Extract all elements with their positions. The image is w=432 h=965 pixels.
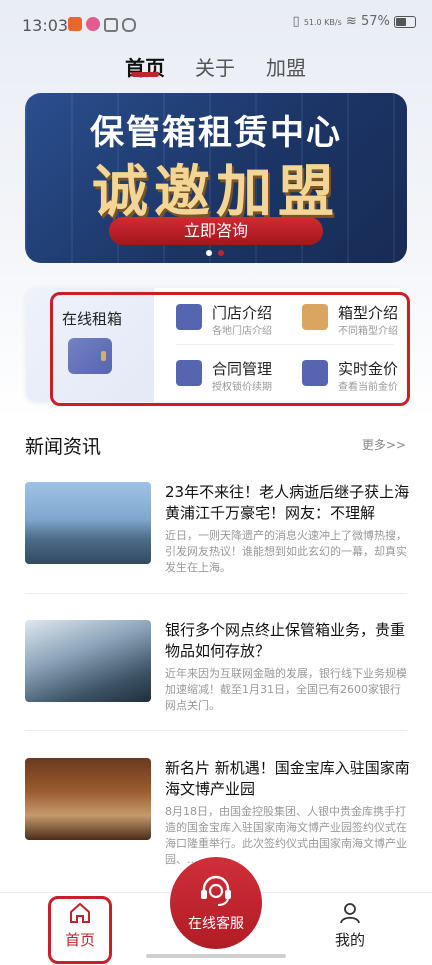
app-notification-icon [86, 17, 100, 31]
vibrate-icon: ▯ [292, 14, 300, 29]
carousel-dot[interactable] [206, 250, 212, 256]
news-divider [25, 730, 407, 731]
news-headline: 银行多个网点终止保管箱业务，贵重物品如何存放？ [165, 621, 406, 660]
customer-service-icon [201, 875, 231, 906]
tab-join[interactable]: 加盟 [266, 52, 306, 81]
wifi-icon: ≋ [345, 14, 357, 29]
tab-bottom-mine[interactable]: 我的 [320, 901, 380, 950]
carousel-dot[interactable] [218, 250, 224, 256]
user-icon [340, 903, 360, 924]
online-service-button[interactable]: 在线客服 [170, 857, 262, 949]
more-link[interactable]: 更多>> [362, 436, 406, 453]
consult-button[interactable]: 立即咨询 [109, 217, 323, 245]
service-label: 在线客服 [188, 916, 244, 932]
status-right: ▯ 51.0 KB/s ≋ 57% [293, 14, 416, 29]
tab-about[interactable]: 关于 [195, 52, 235, 81]
status-bar: 13:03 ▯ 51.0 KB/s ≋ 57% [0, 0, 432, 50]
network-speed: 51.0 KB/s [303, 18, 342, 27]
tab-label: 我的 [334, 931, 365, 949]
promo-banner[interactable]: 保管箱租赁中心 诚邀加盟 立即咨询 [25, 93, 407, 263]
news-headline: 新名片 新机遇！国金宝库入驻国家南海文博产业园 [165, 759, 410, 798]
news-thumbnail [25, 620, 151, 702]
news-section-title: 新闻资讯 [25, 436, 102, 458]
news-summary: 近年来因为互联网金融的发展，银行线下业务规模加速缩减！截至1月31日，全国已有2… [165, 667, 407, 712]
app-notification-icon [122, 18, 136, 32]
top-tab-bar: 首页 关于 加盟 [0, 52, 432, 88]
news-thumbnail [25, 482, 151, 564]
battery-percent: 57% [360, 14, 390, 29]
highlight-box [48, 896, 112, 964]
app-notification-icon [68, 17, 82, 31]
active-tab-indicator [131, 72, 159, 77]
app-notification-icon [104, 18, 118, 32]
news-headline: 23年不来往！老人病逝后继子获上海黄浦江千万豪宅！网友：不理解 [165, 483, 410, 522]
news-item[interactable]: 银行多个网点终止保管箱业务，贵重物品如何存放？ 近年来因为互联网金融的发展，银行… [25, 620, 410, 740]
news-summary: 近日，一则天降遗产的消息火速冲上了微博热搜，引发网友热议！谁能想到如此玄幻的一幕… [165, 529, 407, 574]
home-indicator[interactable] [146, 954, 286, 958]
battery-icon [394, 15, 416, 28]
status-time: 13:03 [22, 16, 69, 35]
banner-slogan: 诚邀加盟 [92, 160, 340, 225]
news-divider [25, 593, 407, 594]
news-thumbnail [25, 758, 151, 840]
highlight-box [50, 292, 410, 406]
news-item[interactable]: 23年不来往！老人病逝后继子获上海黄浦江千万豪宅！网友：不理解 近日，一则天降遗… [25, 482, 410, 602]
